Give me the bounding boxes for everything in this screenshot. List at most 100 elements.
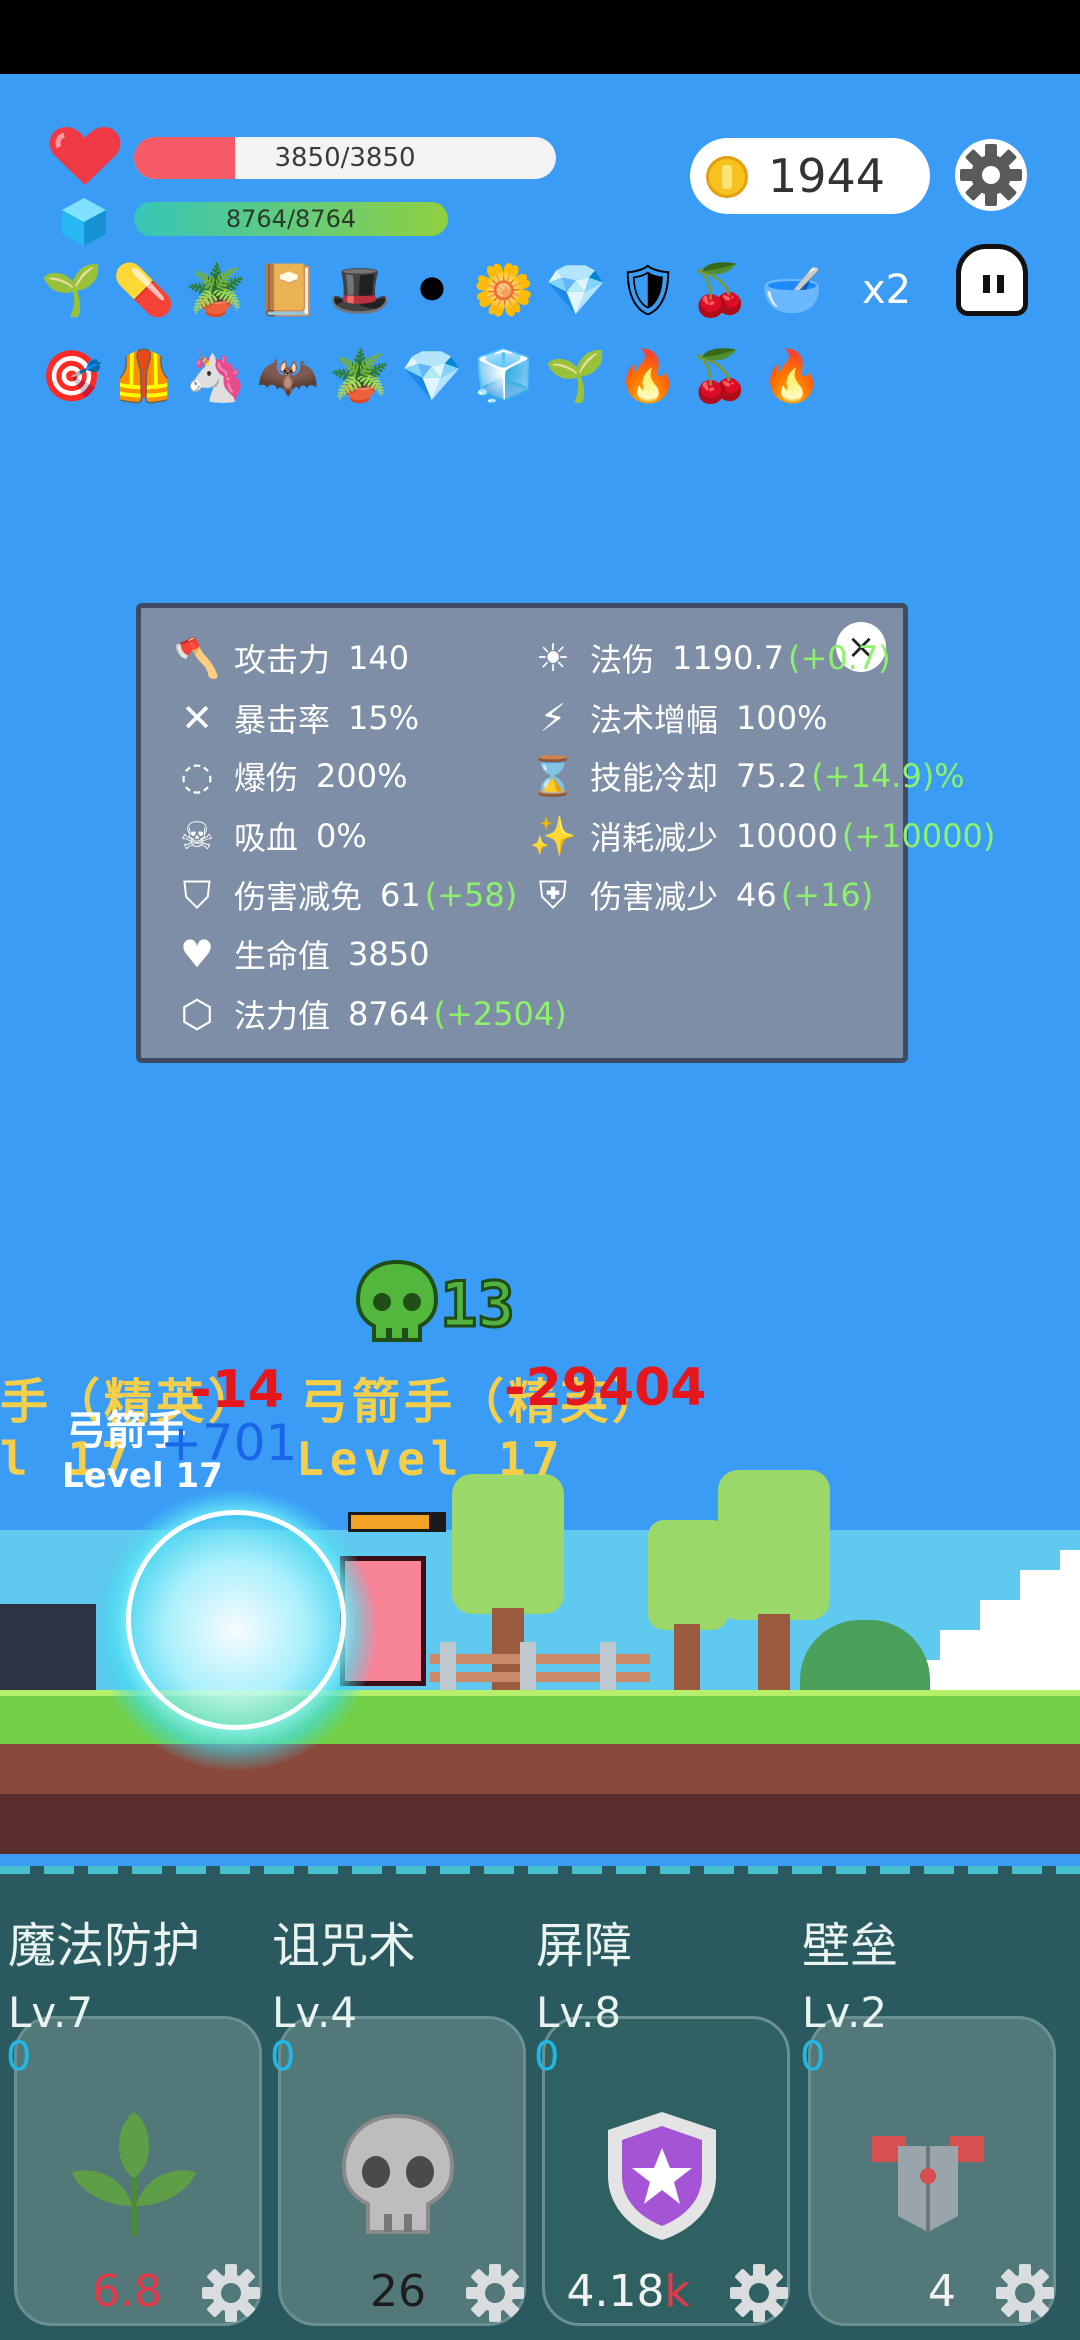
stat-magic-damage: ☀ 法伤 1190.7 (+0.7) [528,632,891,684]
flame-rock-icon[interactable]: 🔥 [616,344,680,408]
stat-label: 法伤 [590,641,655,679]
ghost-icon[interactable] [956,244,1028,316]
daisy-icon[interactable]: 🌼 [472,258,536,322]
kill-skull-icon [355,1259,439,1342]
skill-cost: 4 [928,2266,956,2317]
cauldron-icon[interactable]: ⚫ [400,258,464,322]
fire-icon[interactable]: 🔥 [760,344,824,408]
skill-cost: 6.8 [92,2266,162,2317]
enemy-hp-fill [351,1515,430,1529]
cherries-icon[interactable]: 🍒 [688,258,752,322]
diamond-icon[interactable]: 💎 [544,258,608,322]
skill-count: 0 [270,2034,296,2080]
stat-value: 46 [736,876,777,914]
stat-label: 生命值 [234,937,331,975]
stat-value: 0% [316,817,367,855]
lightning-icon: ⚡ [539,696,567,740]
stat-hp: ♥ 生命值 3850 [172,928,430,980]
stat-value: 75.2 [736,757,808,795]
stat-bonus: (+58) [424,876,518,914]
demon-skull-icon: ☠ [179,814,215,858]
skill-bulwark[interactable]: 壁垒 Lv.2 0 4 [794,1906,1056,2340]
skill-level: Lv.8 [536,1988,622,2037]
stat-value: 61 [380,876,421,914]
shield-outline-icon: ⛉ [182,872,212,917]
upgrade-gear-icon[interactable] [464,2262,526,2324]
stat-value: 3850 [348,935,430,973]
shield-heart-icon: ⛨ [538,872,568,917]
stat-value: 10000 [736,817,838,855]
star-shield-icon [608,2112,716,2240]
skill-level: Lv.2 [802,1988,888,2037]
mp-text: 8764/8764 [225,205,357,233]
ground-deep-dirt [0,1794,1080,1854]
skill-cost-value: 4 [928,2266,956,2317]
shield-icon[interactable]: 🛡 [616,258,680,322]
potted-plant-icon[interactable]: 🪴 [328,344,392,408]
coin-icon [706,156,748,198]
heart-icon [49,127,121,185]
skill-count: 0 [534,2034,560,2080]
inventory-row-2: 🎯 🦺 🦄 🦇 🪴 💎 🧊 🌱 🔥 🍒 🔥 [40,344,832,408]
skill-name: 诅咒术 [272,1918,417,1974]
stat-label: 法术增幅 [590,701,719,739]
unicorn-icon[interactable]: 🦄 [184,344,248,408]
sapling-icon[interactable]: 🌱 [40,258,104,322]
stat-label: 伤害减免 [234,878,363,916]
diamond-icon[interactable]: 💎 [400,344,464,408]
sun-icon: ☀ [535,636,571,680]
crossed-swords-icon: ✕ [181,696,213,740]
stat-crit-rate: ✕ 暴击率 15% [172,692,419,744]
bat-icon[interactable]: 🦇 [256,344,320,408]
stat-lifesteal: ☠ 吸血 0% [172,810,367,862]
skill-count: 0 [800,2034,826,2080]
stat-label: 吸血 [234,819,299,857]
settings-gear-icon[interactable] [952,136,1030,214]
stat-label: 爆伤 [234,759,299,797]
skill-level: Lv.4 [272,1988,358,2037]
stat-value: 15% [348,699,420,737]
mortar-icon[interactable]: 🥣 [760,258,824,322]
enemy-hp-bar [348,1512,446,1532]
spellbook-icon[interactable]: 📔 [256,258,320,322]
skill-cost-unit: k [664,2266,690,2317]
fence [430,1642,650,1690]
skill-level: Lv.7 [8,1988,94,2037]
pill-icon[interactable]: 💊 [112,258,176,322]
hp-text: 3850/3850 [274,143,416,173]
stat-label: 技能冷却 [590,759,719,797]
skill-cost-value: 4.18 [566,2266,665,2317]
heart-icon: ♥ [179,932,215,976]
leaf-icon [72,2112,196,2236]
cherries-icon[interactable]: 🍒 [688,344,752,408]
skill-count: 0 [6,2034,32,2080]
magic-wand-icon: ✨ [529,813,577,858]
stat-bonus: (+10000) [841,817,996,855]
multiplier-text: x2 [862,267,912,313]
burst-circle-icon: ◌ [180,754,214,798]
coin-counter: 1944 [690,138,930,214]
skill-cost-value: 26 [370,2266,426,2317]
wizard-hat-icon[interactable]: 🎩 [328,258,392,322]
skill-barrier[interactable]: 屏障 Lv.8 0 4.18k [528,1906,790,2340]
hexagon-gem-icon: ⬡ [180,992,214,1036]
stat-bonus: (+2504) [433,995,567,1033]
skull-icon [341,2113,455,2234]
skill-magic-protection[interactable]: 魔法防护 Lv.7 0 6.8 [0,1906,262,2340]
coin-amount: 1944 [768,149,886,203]
upgrade-gear-icon[interactable] [994,2262,1056,2324]
stat-attack: 🪓 攻击力 140 [172,632,409,684]
stat-damage-reduction: ⛉ 伤害减免 61 (+58) [172,869,518,921]
status-bar [0,0,1080,74]
stat-label: 伤害减少 [590,878,719,916]
upgrade-gear-icon[interactable] [728,2262,790,2324]
stat-value: 100% [736,699,828,737]
target-ring-icon[interactable]: 🎯 [40,344,104,408]
potted-plant-icon[interactable]: 🪴 [184,258,248,322]
armor-icon[interactable]: 🦺 [112,344,176,408]
sapling-icon[interactable]: 🌱 [544,344,608,408]
ice-cubes-icon[interactable]: 🧊 [472,344,536,408]
upgrade-gear-icon[interactable] [200,2262,262,2324]
stat-bonus: (+0.7) [787,639,891,677]
skill-curse[interactable]: 诅咒术 Lv.4 0 26 [264,1906,526,2340]
